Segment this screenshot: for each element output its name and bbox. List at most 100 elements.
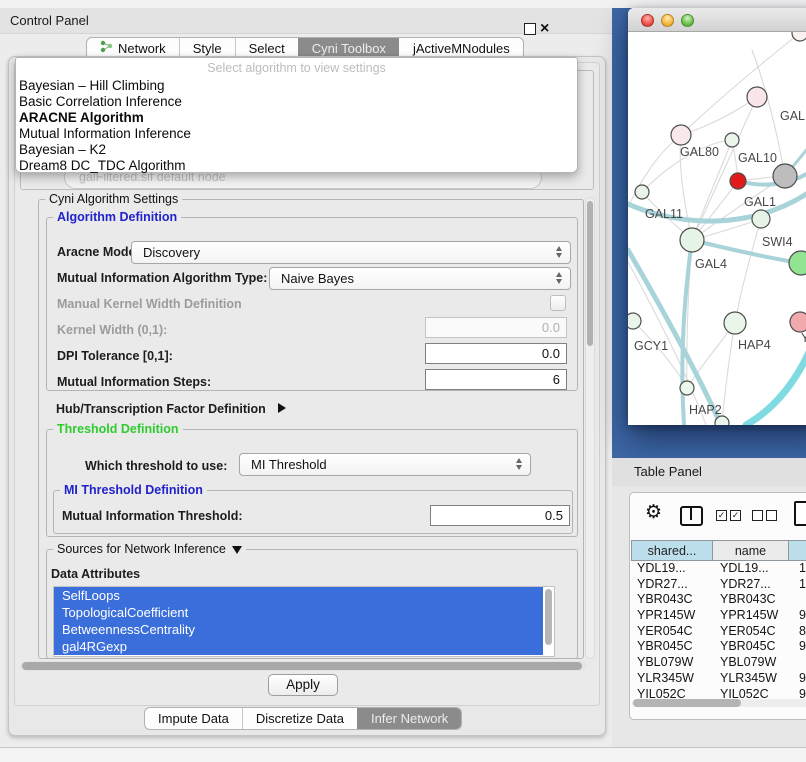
tab-infer-network[interactable]: Infer Network [357, 708, 461, 729]
network-node[interactable] [789, 251, 806, 275]
network-node[interactable] [730, 173, 746, 189]
float-panel-icon[interactable] [524, 23, 536, 35]
deselect-all-checkbox-icon[interactable] [766, 510, 777, 521]
algorithm-dropdown-list: Select algorithm to view settings Bayesi… [15, 57, 578, 173]
table-cell: YBR043C [713, 592, 789, 608]
split-view-icon[interactable] [680, 506, 703, 526]
mi-threshold-input[interactable] [430, 505, 570, 526]
scrollbar-thumb[interactable] [545, 589, 552, 645]
network-edge [628, 250, 721, 425]
table-row[interactable]: YLR345WYLR345W9. [631, 671, 806, 687]
network-node[interactable] [724, 312, 746, 334]
network-node[interactable] [790, 312, 806, 332]
scrollbar-thumb[interactable] [633, 699, 741, 707]
algorithm-option-aracne-algorithm[interactable]: ARACNE Algorithm [16, 110, 577, 126]
network-node[interactable] [635, 185, 649, 199]
page-icon[interactable] [794, 501, 806, 526]
deselect-all-checkbox-icon[interactable] [752, 510, 763, 521]
select-all-checkbox-icon[interactable]: ✓ [716, 510, 727, 521]
scrollbar-thumb[interactable] [587, 201, 593, 346]
node-label-hap4: HAP4 [738, 338, 771, 352]
table-row[interactable]: YBR045CYBR045C9. [631, 639, 806, 655]
attribute-item-selfloops[interactable]: SelfLoops [54, 587, 543, 604]
algorithm-option-basic-correlation-inference[interactable]: Basic Correlation Inference [16, 94, 577, 110]
algorithm-option-bayesian-k2[interactable]: Bayesian – K2 [16, 142, 577, 158]
footer-band [0, 747, 806, 762]
table-cell: YBR043C [631, 592, 713, 608]
algorithm-definition-group: Algorithm Definition Aracne Mode: Discov… [46, 217, 578, 391]
sources-group: Sources for Network Inference Data Attri… [46, 549, 578, 659]
kernel-width-label: Kernel Width (0,1): [57, 323, 167, 337]
table-row[interactable]: YBR043CYBR043C [631, 592, 806, 608]
network-node[interactable] [747, 87, 767, 107]
attribute-item-topologicalcoefficient[interactable]: TopologicalCoefficient [54, 604, 543, 621]
table-cell: YBR045C [631, 639, 713, 655]
gear-icon[interactable]: ⚙ [645, 503, 662, 522]
mi-steps-input[interactable] [425, 369, 567, 390]
apply-button[interactable]: Apply [268, 674, 338, 696]
network-node[interactable] [725, 133, 739, 147]
column-header-third[interactable] [789, 540, 806, 561]
attribute-item-betweennesscentrality[interactable]: BetweennessCentrality [54, 621, 543, 638]
mi-algorithm-type-select[interactable]: Naive Bayes [269, 267, 571, 290]
column-header-name[interactable]: name [713, 540, 789, 561]
network-node[interactable] [671, 125, 691, 145]
table-cell: 9. [789, 608, 806, 624]
table-row[interactable]: YIL052CYIL052C9 [631, 687, 806, 701]
aracne-mode-select[interactable]: Discovery [131, 241, 571, 264]
node-label-gal10: GAL10 [738, 151, 777, 165]
tab-impute-data[interactable]: Impute Data [145, 708, 242, 729]
attribute-item-gal4rgexp[interactable]: gal4RGexp [54, 638, 543, 655]
network-canvas[interactable]: GALGAL80GAL10GAL1GAL11SWI4GAL4GCY1HAP4YH… [628, 32, 806, 425]
network-node[interactable] [680, 228, 704, 252]
which-threshold-select[interactable]: MI Threshold [239, 453, 531, 476]
table-cell: 9. [789, 671, 806, 687]
network-node[interactable] [752, 210, 770, 228]
list-vertical-scrollbar[interactable] [543, 587, 554, 656]
kernel-width-input[interactable] [425, 317, 567, 338]
column-header-shared[interactable]: shared... [631, 540, 713, 561]
select-all-checkbox-icon[interactable]: ✓ [730, 510, 741, 521]
algorithm-option-bayesian-hill-climbing[interactable]: Bayesian – Hill Climbing [16, 78, 577, 94]
settings-vertical-scrollbar[interactable] [585, 197, 595, 659]
dpi-tolerance-input[interactable] [425, 343, 567, 364]
algorithm-option-mutual-information-inference[interactable]: Mutual Information Inference [16, 126, 577, 142]
window-close-button[interactable] [641, 14, 654, 27]
table-cell: YLR345W [631, 671, 713, 687]
network-node[interactable] [628, 313, 641, 329]
table-row[interactable]: YBL079WYBL079W [631, 655, 806, 671]
control-panel-titlebar: Control Panel × [0, 8, 612, 34]
table-row[interactable]: YER054CYER054C8. [631, 624, 806, 640]
sources-group-title[interactable]: Sources for Network Inference [53, 542, 246, 556]
table-cell [789, 655, 799, 671]
network-node[interactable] [773, 164, 797, 188]
mi-algorithm-type-label: Mutual Information Algorithm Type: [57, 271, 267, 285]
table-cell: YDR27... [713, 577, 789, 593]
table-panel: ⚙ ✓ ✓ shared... name YDL19...YDL19...13Y… [629, 492, 806, 720]
network-node[interactable] [680, 381, 694, 395]
network-node[interactable] [715, 416, 729, 425]
manual-kernel-width-checkbox[interactable] [550, 295, 566, 311]
table-row[interactable]: YDL19...YDL19...13 [631, 561, 806, 577]
table-row[interactable]: YDR27...YDR27...12 [631, 577, 806, 593]
window-minimize-button[interactable] [661, 14, 674, 27]
network-window-titlebar[interactable] [628, 8, 806, 32]
network-node[interactable] [792, 32, 806, 41]
spinner-arrows-icon [516, 458, 522, 470]
hub-definition-expander[interactable]: Hub/Transcription Factor Definition [56, 400, 286, 418]
table-row[interactable]: YPR145WYPR145W9. [631, 608, 806, 624]
algorithm-option-dream8-dc-tdc-algorithm[interactable]: Dream8 DC_TDC Algorithm [16, 158, 577, 174]
table-cell: YBL079W [631, 655, 713, 671]
table-cell: 8. [789, 624, 806, 640]
node-label-gal11: GAL11 [645, 207, 683, 221]
table-horizontal-scrollbar[interactable] [632, 699, 806, 707]
mi-threshold-definition-title: MI Threshold Definition [60, 483, 207, 497]
close-icon[interactable]: × [540, 19, 549, 39]
table-cell: YIL052C [713, 687, 789, 701]
threshold-definition-title: Threshold Definition [53, 422, 183, 436]
settings-horizontal-scrollbar[interactable] [20, 661, 586, 671]
window-zoom-button[interactable] [681, 14, 694, 27]
scrollbar-thumb[interactable] [22, 662, 582, 670]
mi-threshold-label: Mutual Information Threshold: [62, 509, 243, 523]
tab-discretize-data[interactable]: Discretize Data [242, 708, 357, 729]
